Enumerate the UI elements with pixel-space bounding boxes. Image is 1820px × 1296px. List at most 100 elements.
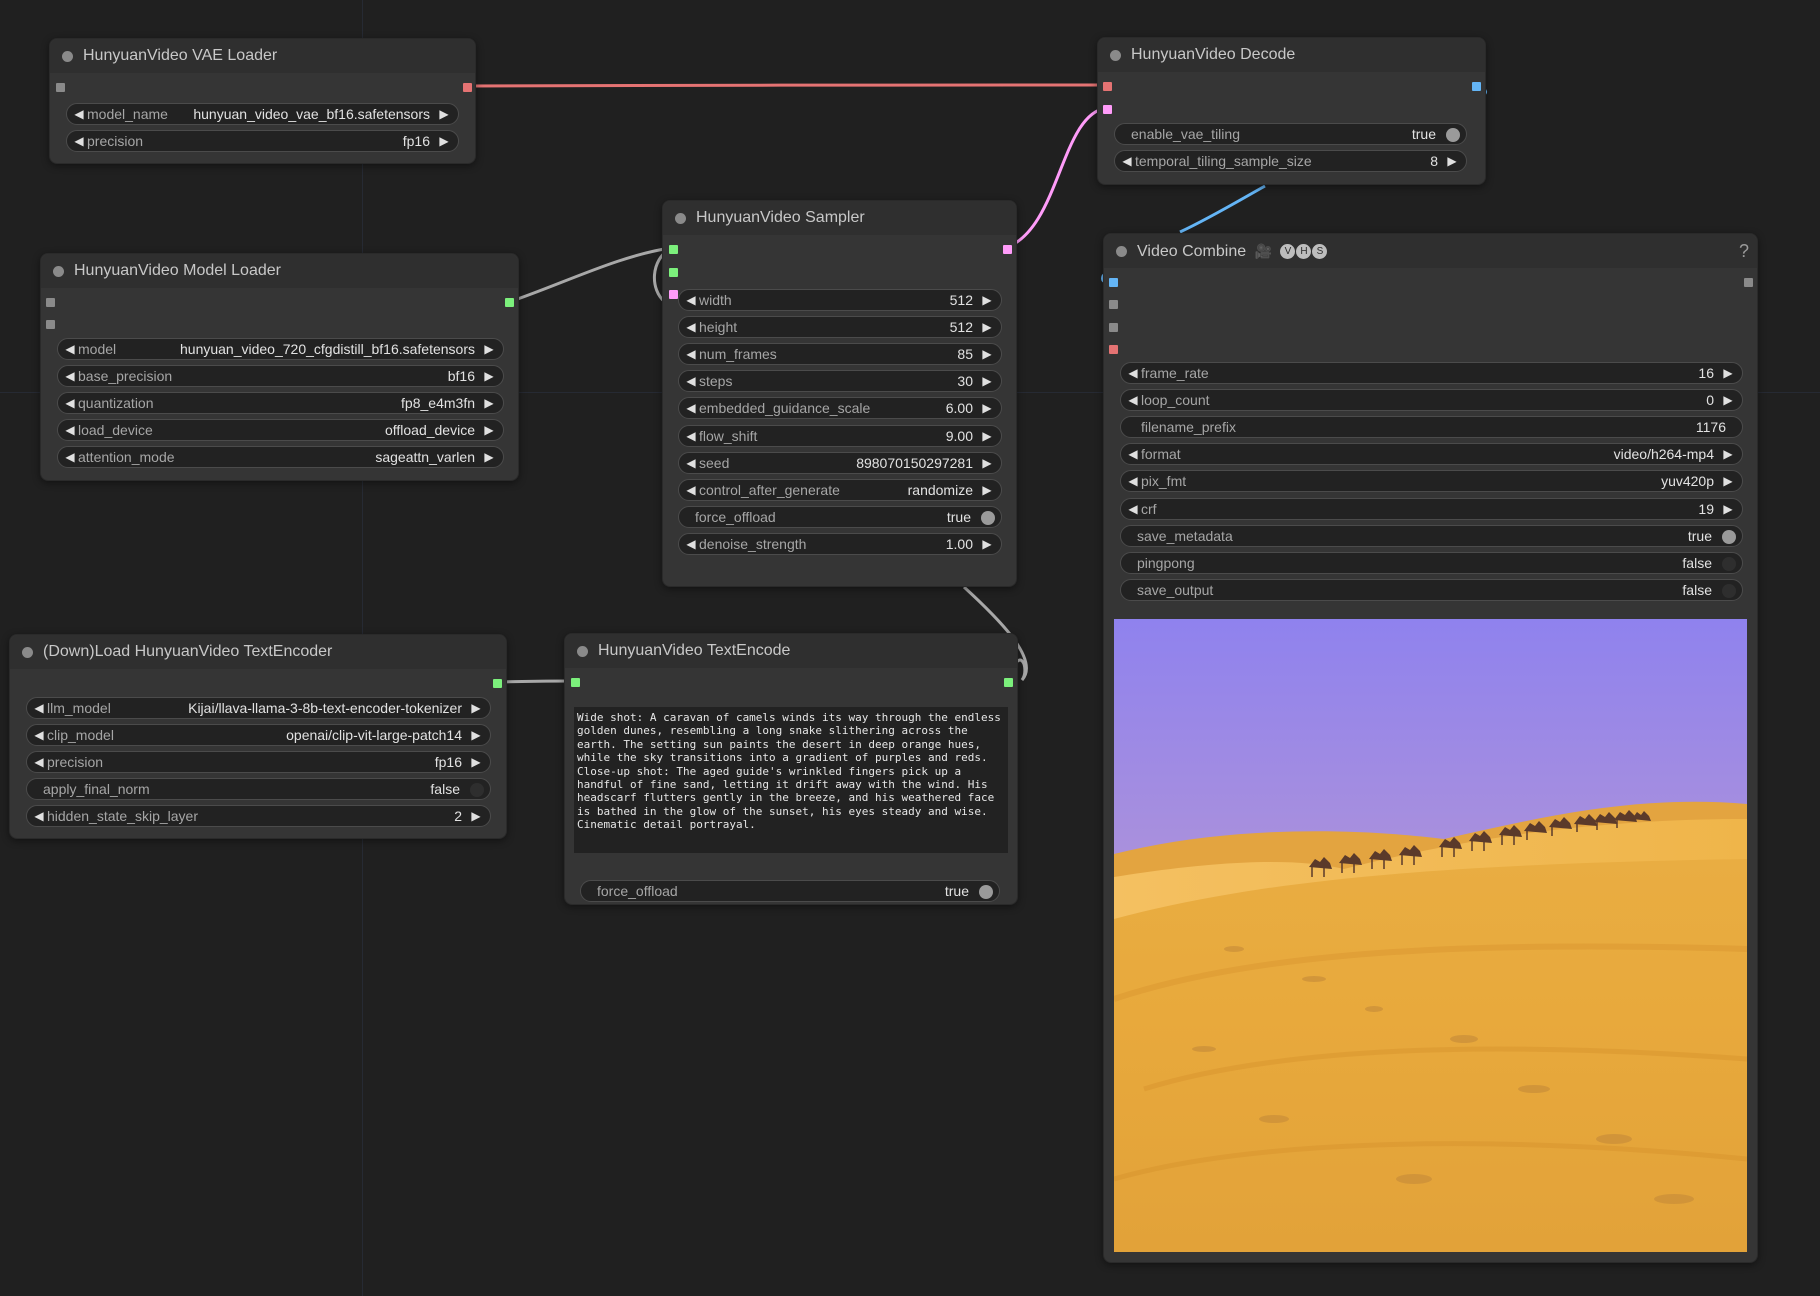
triangle-left-icon[interactable]: ◀ xyxy=(31,698,47,718)
widget-model[interactable]: ◀ model hunyuan_video_720_cfgdistill_bf16.… xyxy=(57,338,504,360)
widget-loop-count[interactable]: ◀ loop_count 0 ▶ xyxy=(1120,389,1743,412)
input-slot-text-embeds[interactable] xyxy=(669,268,678,277)
widget-width[interactable]: ◀ width 512 ▶ xyxy=(678,289,1002,311)
node-vae-loader[interactable]: HunyuanVideo VAE Loader ◀ model_name hun… xyxy=(49,38,476,164)
node-sampler[interactable]: HunyuanVideo Sampler ◀ width 512 ▶ ◀ height 51… xyxy=(662,200,1017,587)
triangle-left-icon[interactable]: ◀ xyxy=(31,725,47,745)
input-slot-samples[interactable] xyxy=(1103,105,1112,114)
toggle-knob-icon[interactable] xyxy=(470,783,484,798)
triangle-left-icon[interactable]: ◀ xyxy=(683,344,699,364)
graph-canvas[interactable]: HunyuanVideo VAE Loader ◀ model_name hun… xyxy=(0,0,1820,1296)
triangle-left-icon[interactable]: ◀ xyxy=(683,317,699,337)
collapse-dot-icon[interactable] xyxy=(53,266,64,277)
triangle-right-icon[interactable]: ▶ xyxy=(481,366,497,386)
collapse-dot-icon[interactable] xyxy=(675,213,686,224)
triangle-left-icon[interactable]: ◀ xyxy=(683,371,699,391)
node-title[interactable]: HunyuanVideo Model Loader xyxy=(41,254,518,288)
triangle-left-icon[interactable]: ◀ xyxy=(1119,151,1135,171)
widget-num-frames[interactable]: ◀ num_frames 85 ▶ xyxy=(678,343,1002,366)
input-slot[interactable] xyxy=(46,298,55,307)
widget-precision[interactable]: ◀ precision fp16 ▶ xyxy=(66,130,459,152)
output-slot-text-embeds[interactable] xyxy=(1004,678,1013,687)
input-slot-text-encoder[interactable] xyxy=(571,678,580,687)
widget-height[interactable]: ◀ height 512 ▶ xyxy=(678,316,1002,339)
node-decode[interactable]: HunyuanVideo Decode enable_vae_tiling tr… xyxy=(1097,37,1486,185)
triangle-right-icon[interactable]: ▶ xyxy=(979,453,995,473)
node-title[interactable]: HunyuanVideo Sampler xyxy=(663,201,1016,235)
triangle-right-icon[interactable]: ▶ xyxy=(468,752,484,772)
triangle-right-icon[interactable]: ▶ xyxy=(436,131,452,151)
triangle-right-icon[interactable]: ▶ xyxy=(481,420,497,440)
triangle-right-icon[interactable]: ▶ xyxy=(1720,499,1736,519)
collapse-dot-icon[interactable] xyxy=(1116,246,1127,257)
output-slot-images[interactable] xyxy=(1472,82,1481,91)
node-model-loader[interactable]: HunyuanVideo Model Loader ◀ model hunyuan_… xyxy=(40,253,519,481)
node-title[interactable]: HunyuanVideo TextEncode xyxy=(565,634,1017,668)
widget-attention-mode[interactable]: ◀ attention_mode sageattn_varlen ▶ xyxy=(57,446,504,469)
triangle-left-icon[interactable]: ◀ xyxy=(62,339,78,359)
node-video-combine[interactable]: Video Combine 🎥 VHS ? ◀ frame_rate 16 ▶ ◀ loo… xyxy=(1103,233,1758,1263)
triangle-right-icon[interactable]: ▶ xyxy=(979,426,995,446)
prompt-textarea[interactable]: Wide shot: A caravan of camels winds its… xyxy=(574,707,1008,853)
node-text-encode[interactable]: HunyuanVideo TextEncode Wide shot: A car… xyxy=(564,633,1018,905)
triangle-left-icon[interactable]: ◀ xyxy=(62,420,78,440)
widget-control-after-generate[interactable]: ◀ control_after_generate randomize ▶ xyxy=(678,478,1002,501)
toggle-knob-icon[interactable] xyxy=(1446,128,1460,142)
triangle-right-icon[interactable]: ▶ xyxy=(481,339,497,359)
output-slot[interactable] xyxy=(1744,278,1753,287)
triangle-right-icon[interactable]: ▶ xyxy=(979,290,995,310)
triangle-right-icon[interactable]: ▶ xyxy=(1720,363,1736,383)
triangle-right-icon[interactable]: ▶ xyxy=(1720,471,1736,491)
triangle-right-icon[interactable]: ▶ xyxy=(979,398,995,418)
widget-temporal-tiling[interactable]: ◀ temporal_tiling_sample_size 8 ▶ xyxy=(1114,150,1467,172)
node-text-encoder-loader[interactable]: (Down)Load HunyuanVideo TextEncoder ◀ llm… xyxy=(9,634,507,839)
input-slot-vae[interactable] xyxy=(1103,82,1112,91)
triangle-left-icon[interactable]: ◀ xyxy=(683,480,699,500)
triangle-right-icon[interactable]: ▶ xyxy=(481,447,497,467)
widget-base-precision[interactable]: ◀ base_precision bf16 ▶ xyxy=(57,365,504,388)
triangle-left-icon[interactable]: ◀ xyxy=(683,290,699,310)
toggle-knob-icon[interactable] xyxy=(1722,583,1736,598)
triangle-left-icon[interactable]: ◀ xyxy=(62,447,78,467)
widget-quantization[interactable]: ◀ quantization fp8_e4m3fn ▶ xyxy=(57,392,504,415)
triangle-right-icon[interactable]: ▶ xyxy=(979,534,995,554)
input-slot[interactable] xyxy=(1109,323,1118,332)
toggle-knob-icon[interactable] xyxy=(1722,556,1736,571)
widget-hidden-state-skip-layer[interactable]: ◀ hidden_state_skip_layer 2 ▶ xyxy=(26,805,491,828)
triangle-right-icon[interactable]: ▶ xyxy=(481,393,497,413)
widget-crf[interactable]: ◀ crf 19 ▶ xyxy=(1120,497,1743,520)
triangle-left-icon[interactable]: ◀ xyxy=(1125,499,1141,519)
input-slot-model[interactable] xyxy=(669,245,678,254)
collapse-dot-icon[interactable] xyxy=(1110,50,1121,61)
triangle-right-icon[interactable]: ▶ xyxy=(979,344,995,364)
widget-steps[interactable]: ◀ steps 30 ▶ xyxy=(678,370,1002,393)
triangle-right-icon[interactable]: ▶ xyxy=(1720,390,1736,410)
widget-precision[interactable]: ◀ precision fp16 ▶ xyxy=(26,751,491,774)
widget-frame-rate[interactable]: ◀ frame_rate 16 ▶ xyxy=(1120,362,1743,384)
triangle-right-icon[interactable]: ▶ xyxy=(979,371,995,391)
input-slot-vae[interactable] xyxy=(1109,345,1118,354)
triangle-left-icon[interactable]: ◀ xyxy=(1125,471,1141,491)
collapse-dot-icon[interactable] xyxy=(577,646,588,657)
triangle-right-icon[interactable]: ▶ xyxy=(468,806,484,826)
triangle-left-icon[interactable]: ◀ xyxy=(1125,444,1141,464)
widget-model-name[interactable]: ◀ model_name hunyuan_video_vae_bf16.safe… xyxy=(66,103,459,125)
triangle-left-icon[interactable]: ◀ xyxy=(62,366,78,386)
triangle-left-icon[interactable]: ◀ xyxy=(31,806,47,826)
output-slot-model[interactable] xyxy=(505,298,514,307)
triangle-left-icon[interactable]: ◀ xyxy=(31,752,47,772)
collapse-dot-icon[interactable] xyxy=(22,647,33,658)
node-title[interactable]: Video Combine 🎥 VHS ? xyxy=(1104,234,1757,268)
collapse-dot-icon[interactable] xyxy=(62,51,73,62)
widget-seed[interactable]: ◀ seed 898070150297281 ▶ xyxy=(678,451,1002,474)
widget-clip-model[interactable]: ◀ clip_model openai/clip-vit-large-patch14… xyxy=(26,724,491,747)
triangle-left-icon[interactable]: ◀ xyxy=(683,426,699,446)
input-slot-images[interactable] xyxy=(1109,278,1118,287)
widget-pingpong[interactable]: pingpong false xyxy=(1120,551,1743,574)
triangle-left-icon[interactable]: ◀ xyxy=(683,453,699,473)
output-slot-vae[interactable] xyxy=(463,83,472,92)
input-slot[interactable] xyxy=(56,83,65,92)
widget-pix-fmt[interactable]: ◀ pix_fmt yuv420p ▶ xyxy=(1120,470,1743,493)
output-slot-samples[interactable] xyxy=(1003,245,1012,254)
triangle-left-icon[interactable]: ◀ xyxy=(1125,390,1141,410)
